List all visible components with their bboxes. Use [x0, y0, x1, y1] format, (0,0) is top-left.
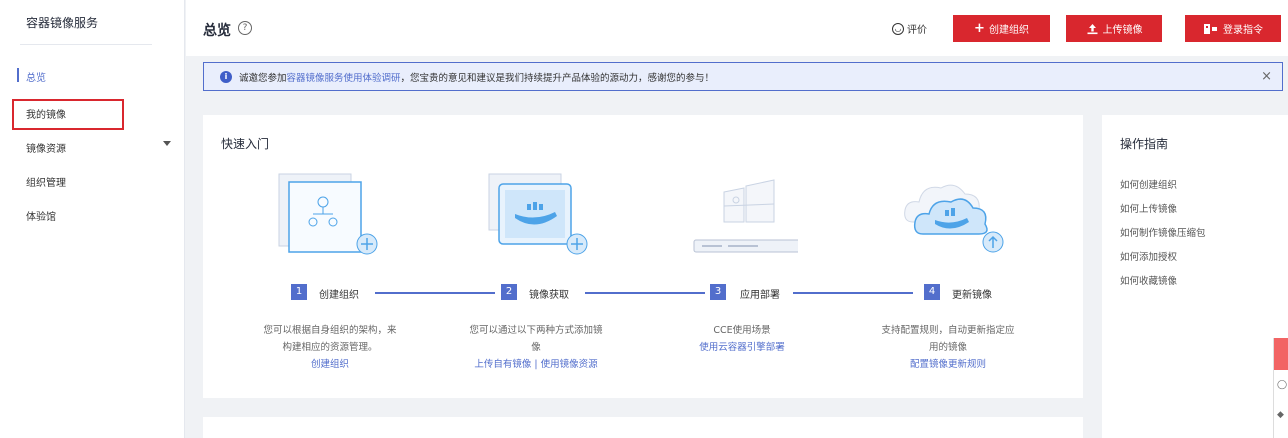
notice-banner: i 诚邀您参加容器镜像服务使用体验调研，您宝贵的意见和建议是我们持续提升产品体验… — [203, 62, 1283, 91]
chevron-down-icon[interactable] — [163, 141, 171, 146]
lower-panel — [203, 417, 1083, 438]
create-org-illustration — [278, 173, 378, 255]
step-description: 您可以根据自身组织的架构，来 构建相应的资源管理。 创建组织 — [245, 322, 415, 373]
step-number: 4 — [924, 284, 940, 300]
step-number: 1 — [291, 284, 307, 300]
image-acquire-illustration — [488, 173, 588, 255]
step-description: CCE使用场景 使用云容器引擎部署 — [657, 322, 827, 356]
create-org-link[interactable]: 创建组织 — [245, 356, 415, 373]
step-description: 支持配置规则，自动更新指定应 用的镜像 配置镜像更新规则 — [863, 322, 1033, 373]
step-desc-line: 支持配置规则，自动更新指定应 — [881, 325, 1015, 336]
login-key-icon — [1204, 23, 1217, 34]
update-rule-link[interactable]: 配置镜像更新规则 — [863, 356, 1033, 373]
login-command-button[interactable]: 登录指令 — [1185, 15, 1281, 42]
survey-link[interactable]: 容器镜像服务使用体验调研 — [287, 73, 401, 84]
step-desc-line: 您可以根据自身组织的架构，来 — [263, 325, 397, 336]
step-desc-line: 像 — [531, 342, 541, 353]
page-title: 总览 — [203, 23, 231, 39]
notice-suffix: ，您宝贵的意见和建议是我们持续提升产品体验的源动力，感谢您的参与！ — [400, 72, 715, 84]
step-connector — [793, 292, 913, 294]
smile-icon: ◡ — [892, 22, 904, 35]
sidebar-item-image-resources[interactable]: 镜像资源 — [26, 140, 66, 155]
operation-guide-panel: 操作指南 如何创建组织 如何上传镜像 如何制作镜像压缩包 如何添加授权 如何收藏… — [1102, 115, 1288, 438]
close-icon[interactable]: × — [1261, 69, 1272, 84]
notice-text: 诚邀您参加容器镜像服务使用体验调研，您宝贵的意见和建议是我们持续提升产品体验的源… — [239, 70, 714, 84]
sidebar-divider — [20, 44, 152, 45]
step-desc-line: CCE使用场景 — [713, 325, 771, 336]
guide-link-favorite-image[interactable]: 如何收藏镜像 — [1120, 273, 1177, 287]
rocket-icon[interactable]: ◆ — [1277, 410, 1284, 420]
step-description: 您可以通过以下两种方式添加镜 像 上传自有镜像 | 使用镜像资源 — [451, 322, 621, 373]
create-org-button[interactable]: + 创建组织 — [953, 15, 1050, 42]
upload-image-label: 上传镜像 — [1102, 25, 1143, 36]
cce-deploy-link[interactable]: 使用云容器引擎部署 — [657, 339, 827, 356]
step-connector — [585, 292, 705, 294]
step-label: 更新镜像 — [952, 290, 992, 301]
rate-button[interactable]: ◡ 评价 — [892, 21, 927, 36]
upload-or-use-image-link[interactable]: 上传自有镜像 | 使用镜像资源 — [451, 356, 621, 373]
step-connector — [375, 292, 495, 294]
sidebar: 容器镜像服务 总览 我的镜像 镜像资源 组织管理 体验馆 — [0, 0, 185, 438]
plus-icon: + — [974, 21, 985, 36]
quick-start-title: 快速入门 — [221, 137, 270, 151]
login-command-label: 登录指令 — [1223, 25, 1263, 36]
guide-title: 操作指南 — [1120, 137, 1169, 151]
step-label: 创建组织 — [319, 290, 359, 301]
guide-link-upload-image[interactable]: 如何上传镜像 — [1120, 201, 1177, 215]
update-image-illustration — [904, 184, 1004, 253]
steps-row: 1 创建组织 2 镜像获取 3 应用部署 4 更新镜像 — [203, 283, 1083, 303]
sidebar-item-org-management[interactable]: 组织管理 — [26, 174, 66, 189]
guide-link-create-org[interactable]: 如何创建组织 — [1120, 177, 1177, 191]
guide-link-add-auth[interactable]: 如何添加授权 — [1120, 249, 1177, 263]
header: 总览 ? ◡ 评价 + 创建组织 上传镜像 登录指令 — [186, 0, 1288, 56]
floating-toolbar: ◯ ◆ — [1273, 338, 1288, 438]
app-root: 容器镜像服务 总览 我的镜像 镜像资源 组织管理 体验馆 总览 ? ◡ 评价 +… — [0, 0, 1288, 438]
upload-icon — [1087, 23, 1097, 34]
step-desc-line: 您可以通过以下两种方式添加镜 — [469, 325, 603, 336]
sidebar-item-experience-hall[interactable]: 体验馆 — [26, 208, 56, 223]
rate-label: 评价 — [907, 25, 927, 36]
notice-prefix: 诚邀您参加 — [239, 72, 287, 84]
step-desc-line: 用的镜像 — [928, 342, 967, 353]
step-label: 应用部署 — [740, 290, 780, 301]
sidebar-active-indicator — [17, 68, 19, 82]
info-icon: i — [220, 70, 232, 83]
help-icon[interactable]: ? — [238, 21, 252, 35]
upload-image-button[interactable]: 上传镜像 — [1066, 15, 1162, 42]
chat-icon[interactable]: ◯ — [1277, 380, 1287, 390]
step-desc-line: 构建相应的资源管理。 — [282, 342, 378, 353]
sidebar-item-my-images[interactable]: 我的镜像 — [26, 106, 66, 121]
app-deploy-illustration — [693, 179, 798, 253]
sidebar-title: 容器镜像服务 — [26, 16, 99, 30]
step-number: 2 — [501, 284, 517, 300]
quick-start-panel: 快速入门 1 创建组织 2 镜像获取 3 应用部署 4 更新镜像 您可以根据自身… — [203, 115, 1083, 398]
create-org-label: 创建组织 — [988, 25, 1029, 36]
feedback-icon[interactable] — [1274, 338, 1288, 370]
guide-link-make-package[interactable]: 如何制作镜像压缩包 — [1120, 225, 1206, 239]
step-number: 3 — [710, 284, 726, 300]
step-label: 镜像获取 — [529, 290, 569, 301]
sidebar-item-overview[interactable]: 总览 — [26, 69, 46, 84]
